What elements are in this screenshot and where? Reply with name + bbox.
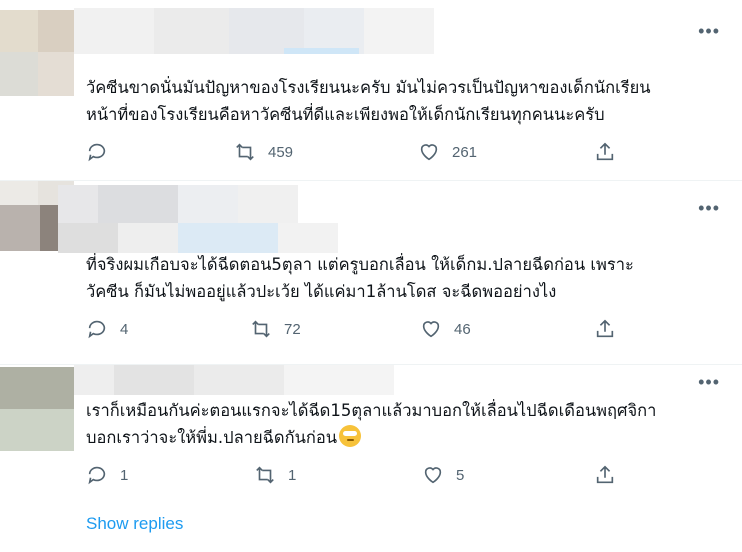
- heart-icon: [424, 467, 442, 484]
- like-count: 46: [454, 320, 471, 338]
- tweet-text-line-content: บอกเราว่าจะให้พี่ม.ปลายฉีดกันก่อน: [86, 428, 338, 447]
- like-button[interactable]: 46: [420, 317, 471, 341]
- tweet-actions: 1 1 5: [86, 463, 626, 487]
- share-button[interactable]: [594, 317, 616, 341]
- share-icon: [596, 142, 614, 161]
- like-button[interactable]: 261: [418, 140, 477, 164]
- reply-button[interactable]: [86, 140, 120, 164]
- retweet-icon: [256, 466, 274, 484]
- retweet-count: 1: [288, 466, 297, 484]
- tweet-text-line: ที่จริงผมเกือบจะได้ฉีดตอน5ตุลา แต่ครูบอก…: [86, 255, 634, 274]
- share-button[interactable]: [594, 463, 616, 487]
- author-name-blurred[interactable]: [74, 8, 434, 54]
- tweet-text: ที่จริงผมเกือบจะได้ฉีดตอน5ตุลา แต่ครูบอก…: [86, 251, 726, 305]
- reply-tweet-2[interactable]: ••• ที่จริงผมเกือบจะได้ฉีดตอน5ตุลา แต่คร…: [0, 181, 742, 365]
- reply-icon: [88, 143, 106, 162]
- author-handle-blurred[interactable]: [58, 223, 338, 253]
- retweet-icon: [236, 143, 254, 161]
- tweet-text: วัคซีนขาดนั่นมันปัญหาของโรงเรียนนะครับ ม…: [86, 74, 726, 128]
- more-options-icon[interactable]: •••: [698, 199, 720, 217]
- show-replies-link[interactable]: Show replies: [86, 514, 183, 534]
- reply-tweet-1[interactable]: ••• วัคซีนขาดนั่นมันปัญหาของโรงเรียนนะคร…: [0, 0, 742, 181]
- avatar-blurred[interactable]: [0, 10, 74, 138]
- tweet-text-line: วัคซีน ก็มันไม่พออยู่แล้วปะเว้ย ได้แค่มา…: [86, 282, 557, 301]
- reply-button[interactable]: 4: [86, 317, 128, 341]
- tweet-text-line: วัคซีนขาดนั่นมันปัญหาของโรงเรียนนะครับ ม…: [86, 78, 651, 97]
- retweet-button[interactable]: 459: [234, 140, 293, 164]
- reply-count: 4: [120, 320, 129, 338]
- retweet-icon: [252, 320, 270, 338]
- retweet-count: 72: [284, 320, 301, 338]
- share-icon: [596, 465, 614, 484]
- reply-icon: [88, 320, 106, 339]
- like-count: 5: [456, 466, 465, 484]
- retweet-button[interactable]: 72: [250, 317, 301, 341]
- like-count: 261: [452, 143, 478, 161]
- tweet-actions: 4 72 46: [86, 317, 626, 341]
- author-name-blurred[interactable]: [74, 365, 394, 395]
- like-button[interactable]: 5: [422, 463, 464, 487]
- heart-icon: [422, 321, 440, 338]
- tweet-text-line: บอกเราว่าจะให้พี่ม.ปลายฉีดกันก่อน: [86, 424, 726, 451]
- share-button[interactable]: [594, 140, 616, 164]
- retweet-count: 459: [268, 143, 294, 161]
- tweet-text-line: เราก็เหมือนกันค่ะตอนแรกจะได้ฉีด15ตุลาแล้…: [86, 401, 657, 420]
- tweet-text: เราก็เหมือนกันค่ะตอนแรกจะได้ฉีด15ตุลาแล้…: [86, 397, 726, 451]
- reply-button[interactable]: 1: [86, 463, 128, 487]
- reply-tweet-3[interactable]: ••• เราก็เหมือนกันค่ะตอนแรกจะได้ฉีด15ตุล…: [0, 365, 742, 497]
- retweet-button[interactable]: 1: [254, 463, 296, 487]
- more-options-icon[interactable]: •••: [698, 22, 720, 40]
- avatar-blurred[interactable]: [0, 367, 74, 495]
- reply-icon: [88, 466, 106, 485]
- tweet-text-line: หน้าที่ของโรงเรียนคือหาวัคซีนที่ดีและเพี…: [86, 105, 605, 124]
- rolling-eyes-emoji: [339, 425, 362, 447]
- tweet-actions: 459 261: [86, 140, 626, 164]
- share-icon: [596, 319, 614, 338]
- heart-icon: [420, 144, 438, 161]
- reply-count: 1: [120, 466, 129, 484]
- more-options-icon[interactable]: •••: [698, 373, 720, 391]
